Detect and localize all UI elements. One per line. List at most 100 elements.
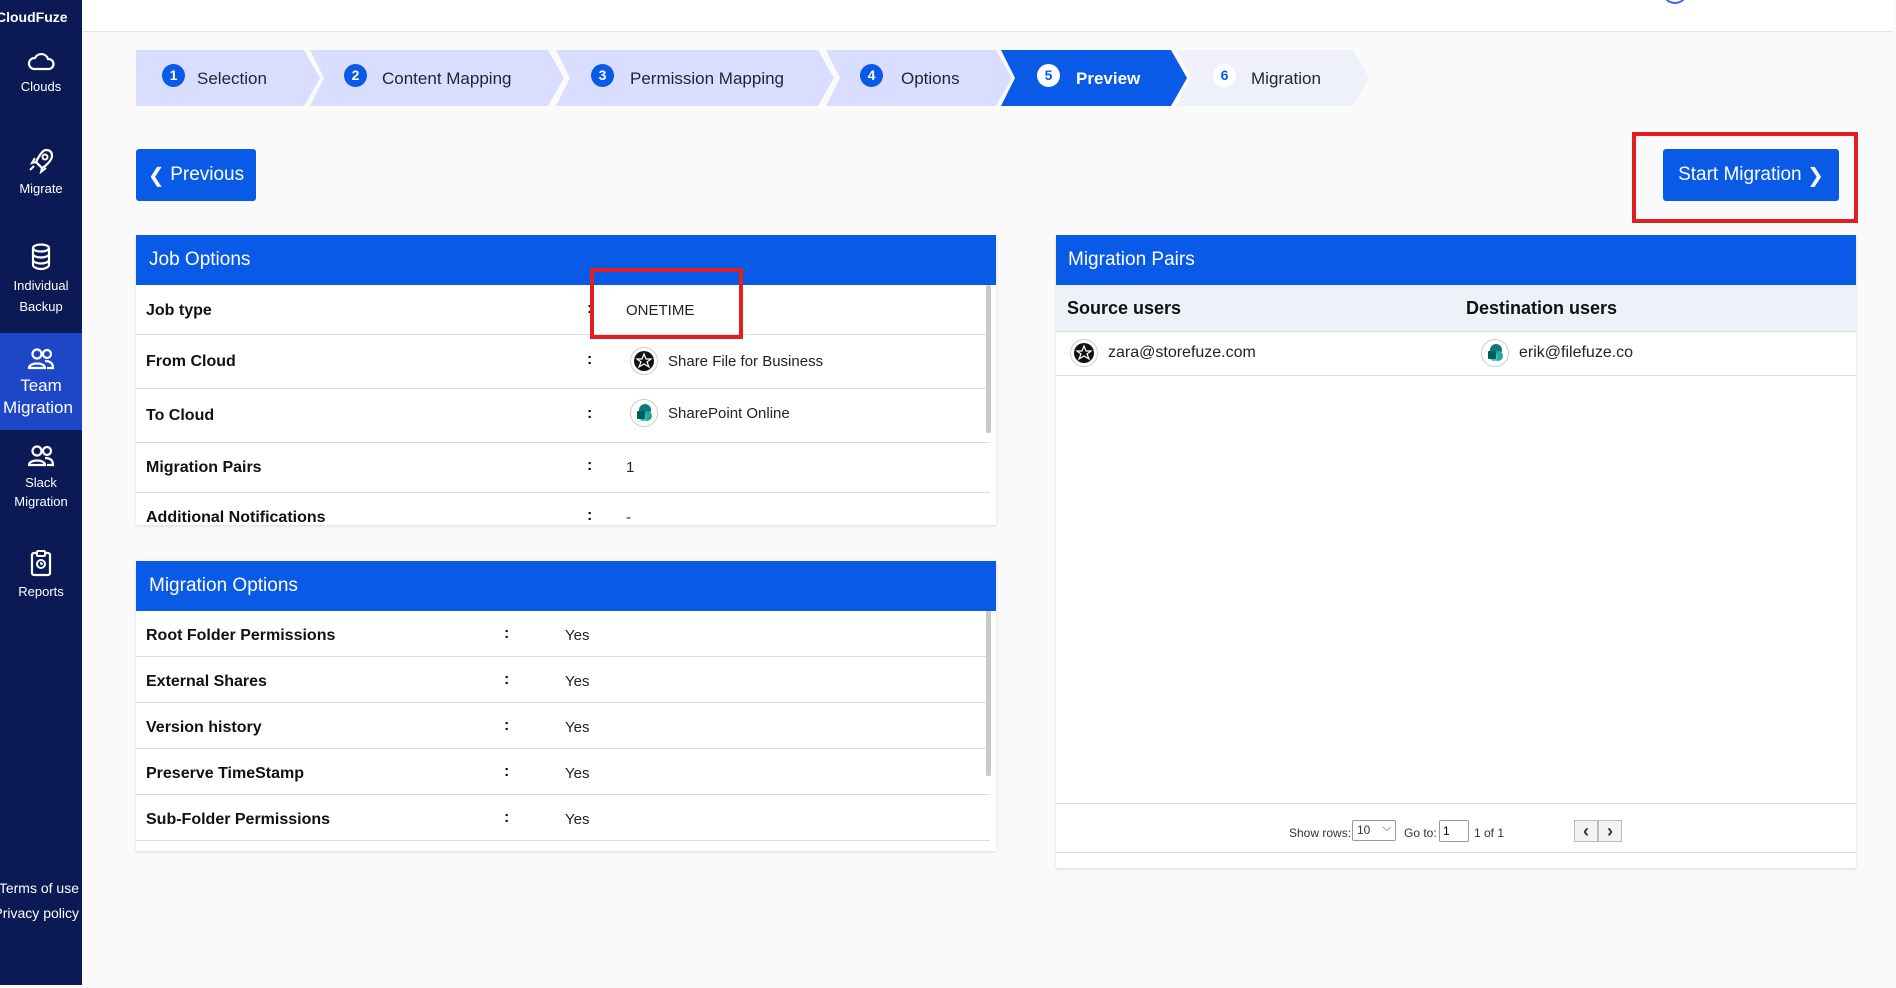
separator: : <box>587 351 593 368</box>
migration-option-row: Preserve TimeStamp : Yes <box>136 749 990 795</box>
start-migration-button-label: Start Migration <box>1678 164 1802 185</box>
column-header-source-users: Source users <box>1067 298 1182 318</box>
user-avatar-icon[interactable] <box>1662 0 1688 4</box>
column-header-destination-users: Destination users <box>1466 298 1618 318</box>
migration-option-row: External Shares : Yes <box>136 657 990 703</box>
sidebar-item-slack-migration[interactable]: Slack Migration <box>0 444 82 510</box>
step-number: 4 <box>860 64 883 87</box>
migration-option-key: External Shares <box>146 673 267 690</box>
rows-per-page-select[interactable]: 10 ⌵ <box>1352 820 1396 841</box>
sidebar-item-label-line2: Backup <box>19 299 63 314</box>
sharefile-logo-icon <box>630 347 658 375</box>
from-cloud-text: Share File for Business <box>668 352 824 370</box>
step-number: 6 <box>1213 64 1236 87</box>
job-option-row: Additional Notifications : - <box>136 493 990 525</box>
sidebar-item-reports[interactable]: Reports <box>0 549 82 602</box>
sidebar-item-team-migration[interactable]: Team Migration <box>0 333 82 430</box>
pagination-bar: Show rows: 10 ⌵ Go to: 1 of 1 ‹ › <box>1056 803 1856 853</box>
chevron-down-icon: ⌵ <box>1382 822 1391 834</box>
migration-option-row: Root Folder Permissions : Yes <box>136 611 990 657</box>
step-label: Preview <box>1076 69 1141 88</box>
migration-option-value: Yes <box>565 627 590 644</box>
previous-page-button[interactable]: ‹ <box>1574 820 1598 842</box>
job-option-key: From Cloud <box>146 353 236 370</box>
step-label: Permission Mapping <box>630 69 785 88</box>
step-selection[interactable]: 1 Selection <box>136 50 320 106</box>
table-row[interactable]: zara@storefuze.com erik@filefuze.co <box>1056 332 1856 376</box>
clipboard-icon <box>30 550 52 577</box>
migration-option-value: Yes <box>565 719 590 736</box>
step-number: 1 <box>162 64 185 87</box>
previous-button-label: Previous <box>170 164 245 185</box>
separator: : <box>587 507 593 524</box>
chevron-left-icon: ❮ <box>147 164 171 187</box>
sharepoint-logo-icon <box>630 399 658 427</box>
top-bar <box>82 0 1893 32</box>
step-options[interactable]: 4 Options <box>826 50 1012 106</box>
go-to-page-input[interactable] <box>1439 820 1469 842</box>
sidebar-item-label-line1: Team <box>20 376 62 395</box>
step-permission-mapping[interactable]: 3 Permission Mapping <box>556 50 834 106</box>
previous-button[interactable]: ❮ Previous <box>136 149 256 201</box>
step-number: 3 <box>591 64 614 87</box>
rows-per-page-value: 10 <box>1357 823 1371 837</box>
migration-option-key: Version history <box>146 719 262 736</box>
step-content-mapping[interactable]: 2 Content Mapping <box>310 50 564 106</box>
migration-option-key: Preserve TimeStamp <box>146 765 305 782</box>
step-number: 5 <box>1037 64 1060 87</box>
go-to-label: Go to: <box>1404 826 1437 840</box>
sidebar-item-migrate[interactable]: Migrate <box>0 146 82 199</box>
migration-option-row: Version history : Yes <box>136 703 990 749</box>
sidebar-item-label: Clouds <box>20 79 62 94</box>
from-cloud-value: Share File for Business <box>630 347 823 375</box>
next-page-button[interactable]: › <box>1598 820 1622 842</box>
scrollbar[interactable] <box>986 285 991 433</box>
sidebar-item-label: Reports <box>18 584 64 599</box>
users-icon <box>27 348 55 370</box>
step-migration[interactable]: 6 Migration <box>1177 50 1369 106</box>
chevron-right-icon: ❯ <box>1801 164 1824 187</box>
step-preview[interactable]: 5 Preview <box>1001 50 1187 106</box>
sidebar-item-clouds[interactable]: Clouds <box>0 50 82 97</box>
sidebar-item-label-line2: Migration <box>3 398 73 417</box>
step-label: Content Mapping <box>382 69 512 88</box>
step-label: Selection <box>197 69 267 88</box>
migration-option-value: Yes <box>565 673 590 690</box>
migration-options-title: Migration Options <box>136 561 996 611</box>
job-option-key: Additional Notifications <box>146 509 326 525</box>
database-icon <box>31 243 51 271</box>
migration-pairs-title: Migration Pairs <box>1056 235 1856 285</box>
users-icon <box>27 445 55 467</box>
show-rows-label: Show rows: <box>1289 826 1352 840</box>
sharefile-logo-icon <box>1070 339 1098 367</box>
separator: : <box>504 809 510 826</box>
start-migration-button[interactable]: Start Migration ❯ <box>1663 149 1839 201</box>
cloud-icon <box>27 52 55 71</box>
job-option-row: To Cloud : SharePoint Online <box>136 389 990 443</box>
sidebar: CloudFuze Clouds Migrate Individual Back… <box>0 0 82 985</box>
job-option-key: Migration Pairs <box>146 459 262 476</box>
scrollbar[interactable] <box>986 611 991 776</box>
migration-pairs-value: 1 <box>626 459 635 476</box>
job-option-key: Job type <box>146 302 212 319</box>
job-option-key: To Cloud <box>146 407 215 424</box>
migration-options-panel: Migration Options Root Folder Permission… <box>136 561 996 851</box>
sidebar-item-individual-backup[interactable]: Individual Backup <box>0 243 82 317</box>
migration-pairs-table-header: Source users Destination users <box>1056 285 1856 332</box>
terms-of-use-link[interactable]: Terms of use <box>0 880 79 896</box>
separator: : <box>504 625 510 642</box>
highlight-box-job-type <box>590 268 743 339</box>
separator: : <box>504 717 510 734</box>
migration-option-key: Root Folder Permissions <box>146 627 336 644</box>
job-option-row: From Cloud : Share File for Business <box>136 335 990 389</box>
migration-pairs-panel: Migration Pairs Source users Destination… <box>1056 235 1856 868</box>
privacy-policy-link[interactable]: Privacy policy <box>0 905 79 921</box>
brand-name: CloudFuze <box>0 9 68 25</box>
migration-option-value: Yes <box>565 765 590 782</box>
migration-option-value: Yes <box>565 811 590 828</box>
step-label: Options <box>901 69 960 88</box>
additional-notifications-value: - <box>626 509 631 525</box>
job-options-panel: Job Options Job type : ONETIME From Clou… <box>136 235 996 525</box>
job-option-row: Job type : ONETIME <box>136 285 990 335</box>
job-options-title: Job Options <box>136 235 996 285</box>
